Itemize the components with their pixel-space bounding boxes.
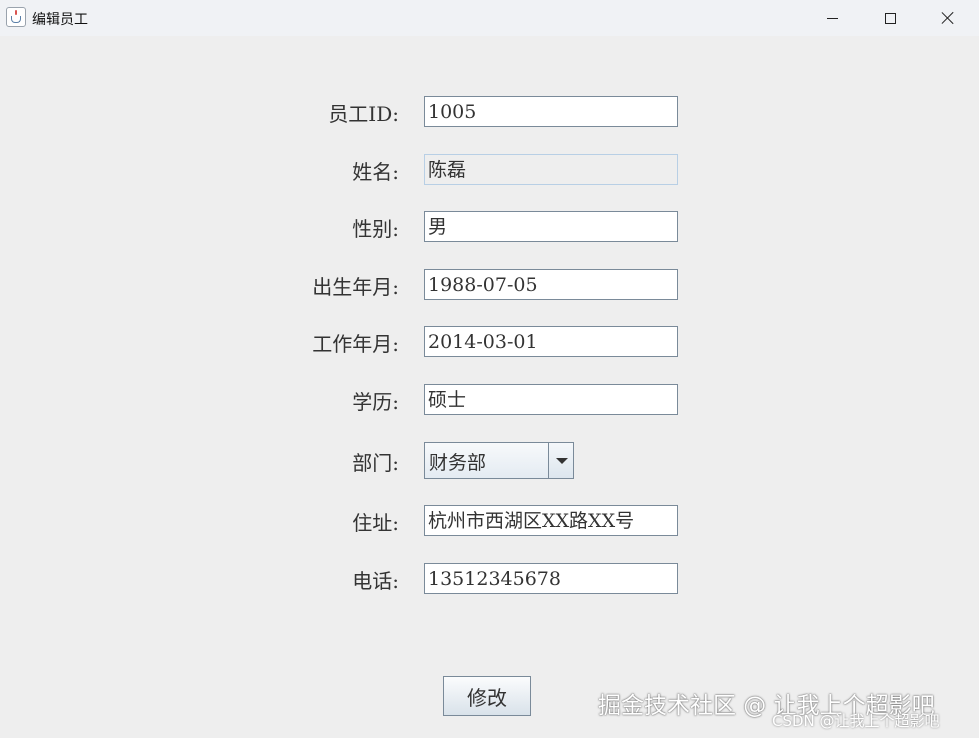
department-label: 部门: bbox=[352, 451, 399, 475]
window-title: 编辑员工 bbox=[32, 12, 88, 28]
gender-label: 性别: bbox=[352, 217, 399, 241]
address-field[interactable]: 杭州市西湖区XX路XX号 bbox=[424, 505, 678, 536]
work-date-label: 工作年月: bbox=[312, 332, 399, 356]
department-select[interactable]: 财务部 bbox=[424, 442, 574, 479]
education-field[interactable]: 硕士 bbox=[424, 384, 678, 415]
name-label: 姓名: bbox=[352, 160, 399, 184]
dropdown-arrow-button[interactable] bbox=[550, 443, 573, 478]
department-value: 财务部 bbox=[425, 443, 549, 478]
gender-field[interactable]: 男 bbox=[424, 211, 678, 242]
close-button[interactable] bbox=[919, 0, 977, 36]
minimize-button[interactable] bbox=[803, 0, 861, 36]
submit-button[interactable]: 修改 bbox=[443, 676, 531, 716]
maximize-button[interactable] bbox=[861, 0, 919, 36]
birth-date-label: 出生年月: bbox=[312, 275, 399, 299]
minimize-icon bbox=[826, 17, 838, 19]
birth-date-field[interactable]: 1988-07-05 bbox=[424, 269, 678, 300]
java-cup-icon bbox=[6, 7, 26, 27]
chevron-down-icon bbox=[555, 457, 568, 464]
education-label: 学历: bbox=[352, 390, 399, 414]
work-date-field[interactable]: 2014-03-01 bbox=[424, 326, 678, 357]
close-icon bbox=[941, 11, 955, 25]
employee-id-label: 员工ID: bbox=[328, 102, 399, 126]
phone-field[interactable]: 13512345678 bbox=[424, 563, 678, 594]
address-label: 住址: bbox=[352, 511, 399, 535]
maximize-icon bbox=[884, 12, 896, 24]
name-field: 陈磊 bbox=[424, 154, 678, 185]
phone-label: 电话: bbox=[352, 569, 399, 593]
form-panel: 员工ID: 1005 姓名: 陈磊 性别: 男 出生年月: 1988-07-05… bbox=[0, 36, 979, 738]
watermark-sub: CSDN @让我上个超影吧 bbox=[772, 712, 940, 730]
title-bar: 编辑员工 bbox=[0, 0, 979, 36]
employee-id-field[interactable]: 1005 bbox=[424, 96, 678, 127]
